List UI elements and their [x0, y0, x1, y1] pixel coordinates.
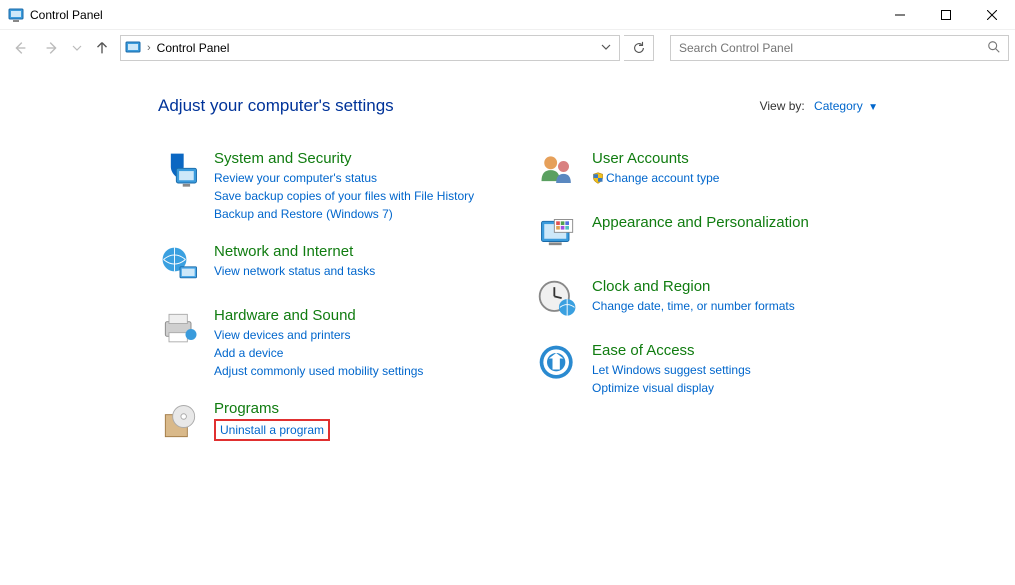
category-title[interactable]: Clock and Region	[592, 278, 795, 295]
category-link[interactable]: View devices and printers	[214, 326, 423, 344]
forward-button[interactable]	[38, 34, 66, 62]
view-by-label: View by:	[760, 99, 805, 113]
category-link[interactable]: Let Windows suggest settings	[592, 361, 751, 379]
uninstall-program-link[interactable]: Uninstall a program	[214, 419, 330, 441]
category-link[interactable]: View network status and tasks	[214, 262, 375, 280]
maximize-button[interactable]	[923, 0, 969, 29]
shield-monitor-icon	[158, 150, 202, 194]
search-icon[interactable]	[986, 40, 1002, 57]
close-button[interactable]	[969, 0, 1015, 29]
category-programs: Programs Uninstall a program	[158, 400, 508, 444]
chevron-down-icon: ▼	[868, 102, 878, 113]
ease-of-access-icon	[536, 342, 580, 386]
view-by: View by: Category ▼	[760, 99, 878, 113]
titlebar: Control Panel	[0, 0, 1015, 30]
category-hardware-sound: Hardware and Sound View devices and prin…	[158, 307, 508, 380]
window-controls	[877, 0, 1015, 29]
address-chevron-icon[interactable]: ›	[147, 42, 151, 54]
window-title: Control Panel	[30, 8, 103, 22]
control-panel-icon	[8, 7, 24, 23]
category-link[interactable]: Add a device	[214, 344, 423, 362]
content-area: Adjust your computer's settings View by:…	[0, 66, 1015, 464]
category-title[interactable]: Programs	[214, 400, 330, 417]
category-network-internet: Network and Internet View network status…	[158, 243, 508, 287]
category-link[interactable]: Backup and Restore (Windows 7)	[214, 205, 474, 223]
category-link[interactable]: Review your computer's status	[214, 169, 474, 187]
category-user-accounts: User Accounts Change account type	[536, 150, 886, 194]
printer-icon	[158, 307, 202, 351]
left-column: System and Security Review your computer…	[158, 150, 508, 464]
address-text: Control Panel	[157, 41, 591, 55]
up-button[interactable]	[88, 34, 116, 62]
minimize-button[interactable]	[877, 0, 923, 29]
address-dropdown-icon[interactable]	[597, 41, 615, 55]
user-accounts-icon	[536, 150, 580, 194]
category-appearance: Appearance and Personalization	[536, 214, 886, 258]
address-bar[interactable]: › Control Panel	[120, 35, 620, 61]
category-title[interactable]: Ease of Access	[592, 342, 751, 359]
category-link[interactable]: Save backup copies of your files with Fi…	[214, 187, 474, 205]
category-title[interactable]: User Accounts	[592, 150, 719, 167]
shield-icon	[592, 171, 604, 189]
category-title[interactable]: System and Security	[214, 150, 474, 167]
category-link[interactable]: Change account type	[592, 169, 719, 189]
cd-box-icon	[158, 400, 202, 444]
search-input[interactable]	[677, 40, 986, 56]
view-by-dropdown[interactable]: Category ▼	[814, 99, 878, 113]
back-button[interactable]	[6, 34, 34, 62]
category-clock-region: Clock and Region Change date, time, or n…	[536, 278, 886, 322]
category-link[interactable]: Change date, time, or number formats	[592, 297, 795, 315]
category-link[interactable]: Optimize visual display	[592, 379, 751, 397]
right-column: User Accounts Change account type	[536, 150, 886, 464]
category-ease-of-access: Ease of Access Let Windows suggest setti…	[536, 342, 886, 397]
appearance-icon	[536, 214, 580, 258]
refresh-button[interactable]	[624, 35, 654, 61]
category-system-security: System and Security Review your computer…	[158, 150, 508, 223]
category-title[interactable]: Appearance and Personalization	[592, 214, 809, 231]
recent-chevron[interactable]	[70, 34, 84, 62]
category-title[interactable]: Network and Internet	[214, 243, 375, 260]
navbar: › Control Panel	[0, 30, 1015, 66]
globe-network-icon	[158, 243, 202, 287]
page-title: Adjust your computer's settings	[158, 96, 394, 116]
search-box[interactable]	[670, 35, 1009, 61]
address-icon	[125, 40, 141, 56]
category-link[interactable]: Adjust commonly used mobility settings	[214, 362, 423, 380]
category-title[interactable]: Hardware and Sound	[214, 307, 423, 324]
clock-icon	[536, 278, 580, 322]
